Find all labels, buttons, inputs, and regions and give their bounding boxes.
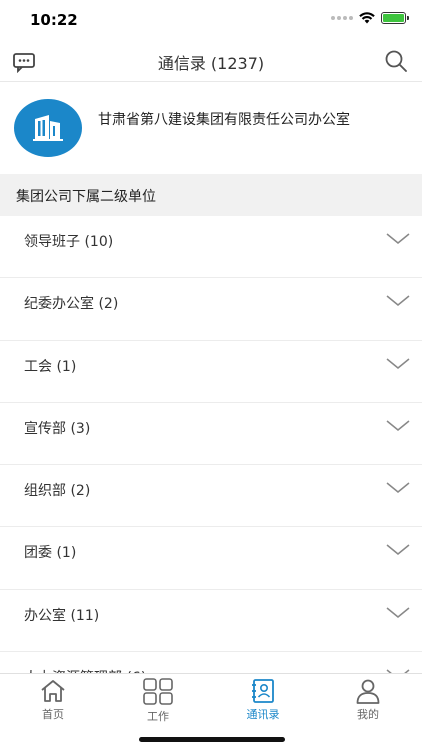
grid-icon [143,678,173,705]
chevron-down-icon [386,482,410,494]
home-icon [41,680,65,702]
section-title: 集团公司下属二级单位 [16,189,156,205]
tab-label: 工作 [147,710,169,723]
home-indicator [139,737,285,742]
chevron-down-icon [386,420,410,431]
list-item[interactable]: 纪委办公室 (2) [0,278,422,341]
status-bar: 10:22 [0,0,422,40]
list-item[interactable]: 工会 (1) [0,341,422,403]
list-item[interactable]: 团委 (1) [0,527,422,590]
person-icon [356,679,380,704]
list-item[interactable]: 办公室 (11) [0,590,422,653]
tab-label: 我的 [357,708,379,721]
battery-icon [381,12,409,24]
list-item-label: 宣传部 (3) [24,420,91,437]
signal-icon [331,16,353,20]
tab-home[interactable]: 首页 [18,678,88,722]
list-item-label: 办公室 (11) [24,607,100,624]
list-item-label: 纪委办公室 (2) [24,296,119,313]
chevron-down-icon [386,233,410,244]
list-item-label: 组织部 (2) [24,483,91,500]
org-card[interactable]: 甘肃省第八建设集团有限责任公司办公室 [0,83,422,174]
status-icons [331,12,409,24]
org-name: 甘肃省第八建设集团有限责任公司办公室 [98,112,350,128]
tab-bar: 首页 工作 通讯录 我的 [0,673,422,750]
chevron-down-icon [386,358,410,369]
list-item-label: 领导班子 (10) [24,234,114,250]
tab-me[interactable]: 我的 [333,678,403,722]
status-time: 10:22 [30,11,78,29]
list-item-label: 工会 (1) [24,358,77,375]
section-header: 集团公司下属二级单位 [0,174,422,216]
search-icon[interactable] [384,49,408,73]
tab-work[interactable]: 工作 [123,678,193,724]
chevron-down-icon [386,607,410,618]
tab-label: 通讯录 [246,708,280,721]
department-list: 领导班子 (10) 纪委办公室 (2) 工会 (1) 宣传部 (3) 组织部 (… [0,216,422,715]
tab-contacts[interactable]: 通讯录 [228,678,298,722]
wifi-icon [359,12,375,24]
building-icon [14,99,82,157]
page-title: 通信录 (1237) [157,54,265,73]
list-item[interactable]: 领导班子 (10) [0,216,422,279]
chevron-down-icon [386,544,410,556]
tab-label: 首页 [42,708,64,721]
list-item[interactable]: 组织部 (2) [0,465,422,528]
chevron-down-icon [386,295,410,307]
list-item-label: 团委 (1) [24,545,77,562]
contacts-icon [252,679,274,703]
nav-bar: 通信录 (1237) [0,40,422,82]
list-item[interactable]: 宣传部 (3) [0,403,422,466]
